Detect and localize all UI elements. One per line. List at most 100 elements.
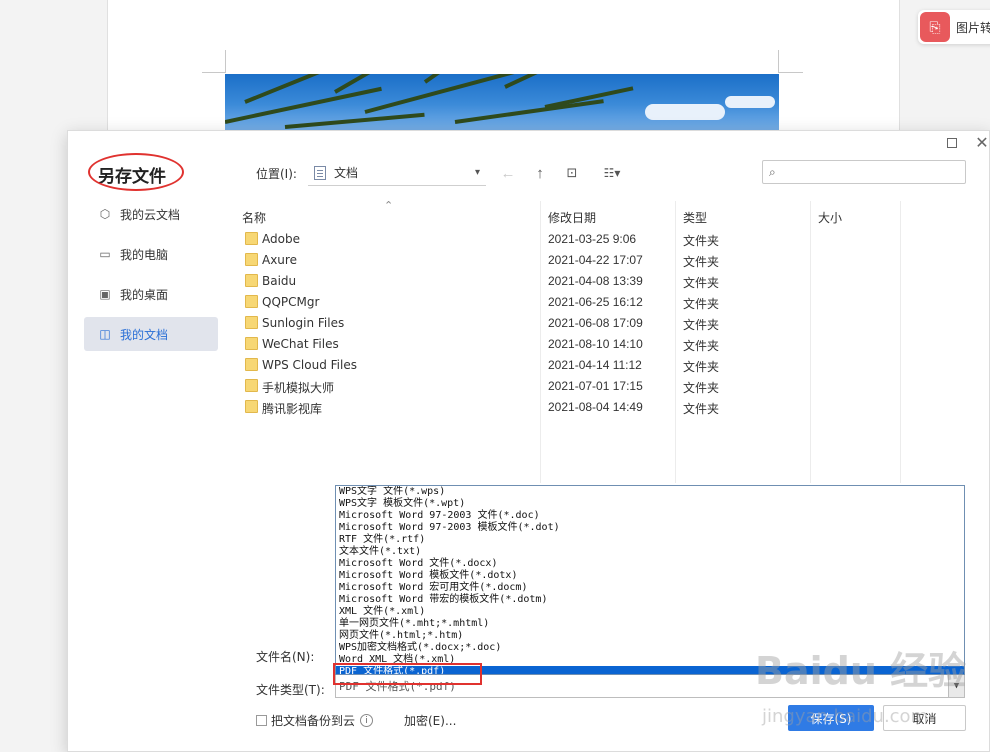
folder-icon	[245, 400, 258, 413]
new-folder-icon: ⊡	[566, 165, 578, 180]
watermark-url: jingyan.baidu.com	[762, 706, 929, 727]
table-row[interactable]: 腾讯影视库 2021-08-04 14:49 文件夹	[235, 397, 901, 418]
sidebar-nav: ⬡ 我的云文档 ▭ 我的电脑 ▣ 我的桌面 ◫ 我的文档	[84, 197, 218, 357]
watermark-logo: Baidu 经验	[755, 649, 967, 693]
table-body: Adobe 2021-03-25 9:06 文件夹 Axure 2021-04-22 1…	[235, 229, 901, 418]
table-row[interactable]: Baidu 2021-04-08 13:39 文件夹	[235, 271, 901, 292]
palm-tree-image	[225, 74, 779, 134]
file-modified: 2021-08-04 14:49	[548, 400, 643, 414]
search-box[interactable]: ⌕	[762, 160, 966, 184]
file-name: QQPCMgr	[262, 295, 320, 309]
sidebar-item-label: 我的文档	[120, 327, 169, 342]
backup-label: 把文档备份到云	[271, 714, 356, 728]
folder-icon	[245, 253, 258, 266]
arrow-left-icon: ←	[500, 164, 516, 182]
sidebar-item-desktop[interactable]: ▣ 我的桌面	[84, 277, 218, 311]
table-row[interactable]: Sunlogin Files 2021-06-08 17:09 文件夹	[235, 313, 901, 334]
annotation-ellipse	[88, 153, 184, 191]
sidebar-item-documents[interactable]: ◫ 我的文档	[84, 317, 218, 351]
sidebar-item-label: 我的云文档	[120, 207, 181, 222]
header-modified[interactable]: 修改日期	[548, 209, 596, 226]
filetype-option[interactable]: 文本文件(*.txt)	[336, 546, 964, 558]
file-name: Axure	[262, 253, 297, 267]
annotation-rectangle	[333, 663, 482, 685]
new-folder-button[interactable]: ⊡	[561, 162, 583, 184]
crop-mark	[202, 72, 225, 73]
crop-mark	[778, 50, 779, 73]
backup-to-cloud-option[interactable]: 把文档备份到云 i	[256, 712, 374, 729]
sidebar-item-label: 我的电脑	[120, 247, 169, 262]
filetype-option[interactable]: Microsoft Word 97-2003 文件(*.doc)	[336, 510, 964, 522]
encrypt-link[interactable]: 加密(E)...	[404, 712, 456, 729]
filetype-option[interactable]: XML 文件(*.xml)	[336, 606, 964, 618]
filetype-option[interactable]: Microsoft Word 97-2003 模板文件(*.dot)	[336, 522, 964, 534]
documents-icon: ◫	[99, 327, 111, 341]
file-modified: 2021-04-22 17:07	[548, 253, 643, 267]
folder-icon	[245, 295, 258, 308]
table-row[interactable]: WPS Cloud Files 2021-04-14 11:12 文件夹	[235, 355, 901, 376]
folder-icon	[245, 232, 258, 245]
file-type: 文件夹	[683, 402, 720, 416]
image-convert-button[interactable]: ⎘ 图片转	[918, 10, 990, 44]
back-button[interactable]: ←	[497, 162, 519, 184]
file-name: 腾讯影视库	[262, 402, 323, 416]
header-name[interactable]: 名称	[242, 209, 266, 226]
file-name: WPS Cloud Files	[262, 358, 357, 372]
file-name: Adobe	[262, 232, 300, 246]
filetype-option[interactable]: WPS文字 文件(*.wps)	[336, 486, 964, 498]
location-value: 文档	[334, 166, 359, 180]
info-icon[interactable]: i	[360, 714, 374, 727]
sidebar-item-cloud-docs[interactable]: ⬡ 我的云文档	[84, 197, 218, 231]
cloud-doc-icon: ⬡	[99, 207, 111, 221]
header-type[interactable]: 类型	[683, 209, 707, 226]
file-type: 文件夹	[683, 339, 720, 353]
file-modified: 2021-06-25 16:12	[548, 295, 643, 309]
maximize-icon	[947, 138, 957, 148]
folder-icon	[245, 274, 258, 287]
location-label: 位置(I):	[256, 167, 297, 181]
folder-icon	[245, 316, 258, 329]
file-type: 文件夹	[683, 297, 720, 311]
close-icon: ✕	[975, 135, 989, 152]
folder-icon	[245, 379, 258, 392]
file-type: 文件夹	[683, 276, 720, 290]
file-type: 文件夹	[683, 318, 720, 332]
chevron-down-icon: ▾	[474, 167, 480, 178]
file-name: Sunlogin Files	[262, 316, 345, 330]
close-button[interactable]: ✕	[972, 133, 990, 153]
filetype-option[interactable]: RTF 文件(*.rtf)	[336, 534, 964, 546]
table-row[interactable]: 手机模拟大师 2021-07-01 17:15 文件夹	[235, 376, 901, 397]
desktop-icon: ▣	[99, 287, 111, 301]
computer-icon: ▭	[99, 247, 111, 261]
search-input[interactable]	[779, 165, 965, 179]
arrow-up-icon: ↑	[536, 164, 544, 182]
filetype-option[interactable]: Microsoft Word 文件(*.docx)	[336, 558, 964, 570]
filetype-option[interactable]: Microsoft Word 模板文件(*.dotx)	[336, 570, 964, 582]
document-icon	[314, 165, 326, 180]
image-convert-icon: ⎘	[920, 12, 950, 42]
search-icon: ⌕	[769, 164, 776, 179]
table-row[interactable]: QQPCMgr 2021-06-25 16:12 文件夹	[235, 292, 901, 313]
image-convert-label: 图片转	[956, 20, 990, 35]
filetype-option[interactable]: Microsoft Word 带宏的模板文件(*.dotm)	[336, 594, 964, 606]
backup-checkbox[interactable]	[256, 715, 267, 726]
header-size[interactable]: 大小	[818, 209, 842, 226]
table-row[interactable]: Axure 2021-04-22 17:07 文件夹	[235, 250, 901, 271]
up-button[interactable]: ↑	[529, 162, 551, 184]
sidebar-item-computer[interactable]: ▭ 我的电脑	[84, 237, 218, 271]
file-modified: 2021-08-10 14:10	[548, 337, 643, 351]
file-modified: 2021-04-08 13:39	[548, 274, 643, 288]
folder-icon	[245, 337, 258, 350]
filename-label: 文件名(N):	[256, 650, 315, 664]
sidebar-item-label: 我的桌面	[120, 287, 169, 302]
filetype-option[interactable]: Microsoft Word 宏可用文件(*.docm)	[336, 582, 964, 594]
location-dropdown[interactable]: 文档 ▾	[308, 160, 486, 186]
table-row[interactable]: WeChat Files 2021-08-10 14:10 文件夹	[235, 334, 901, 355]
maximize-button[interactable]	[942, 133, 962, 153]
filetype-option[interactable]: WPS文字 模板文件(*.wpt)	[336, 498, 964, 510]
file-modified: 2021-06-08 17:09	[548, 316, 643, 330]
filetype-option[interactable]: 单一网页文件(*.mht;*.mhtml)	[336, 618, 964, 630]
table-row[interactable]: Adobe 2021-03-25 9:06 文件夹	[235, 229, 901, 250]
file-type: 文件夹	[683, 381, 720, 395]
view-mode-button[interactable]: ☷▾	[595, 162, 629, 184]
